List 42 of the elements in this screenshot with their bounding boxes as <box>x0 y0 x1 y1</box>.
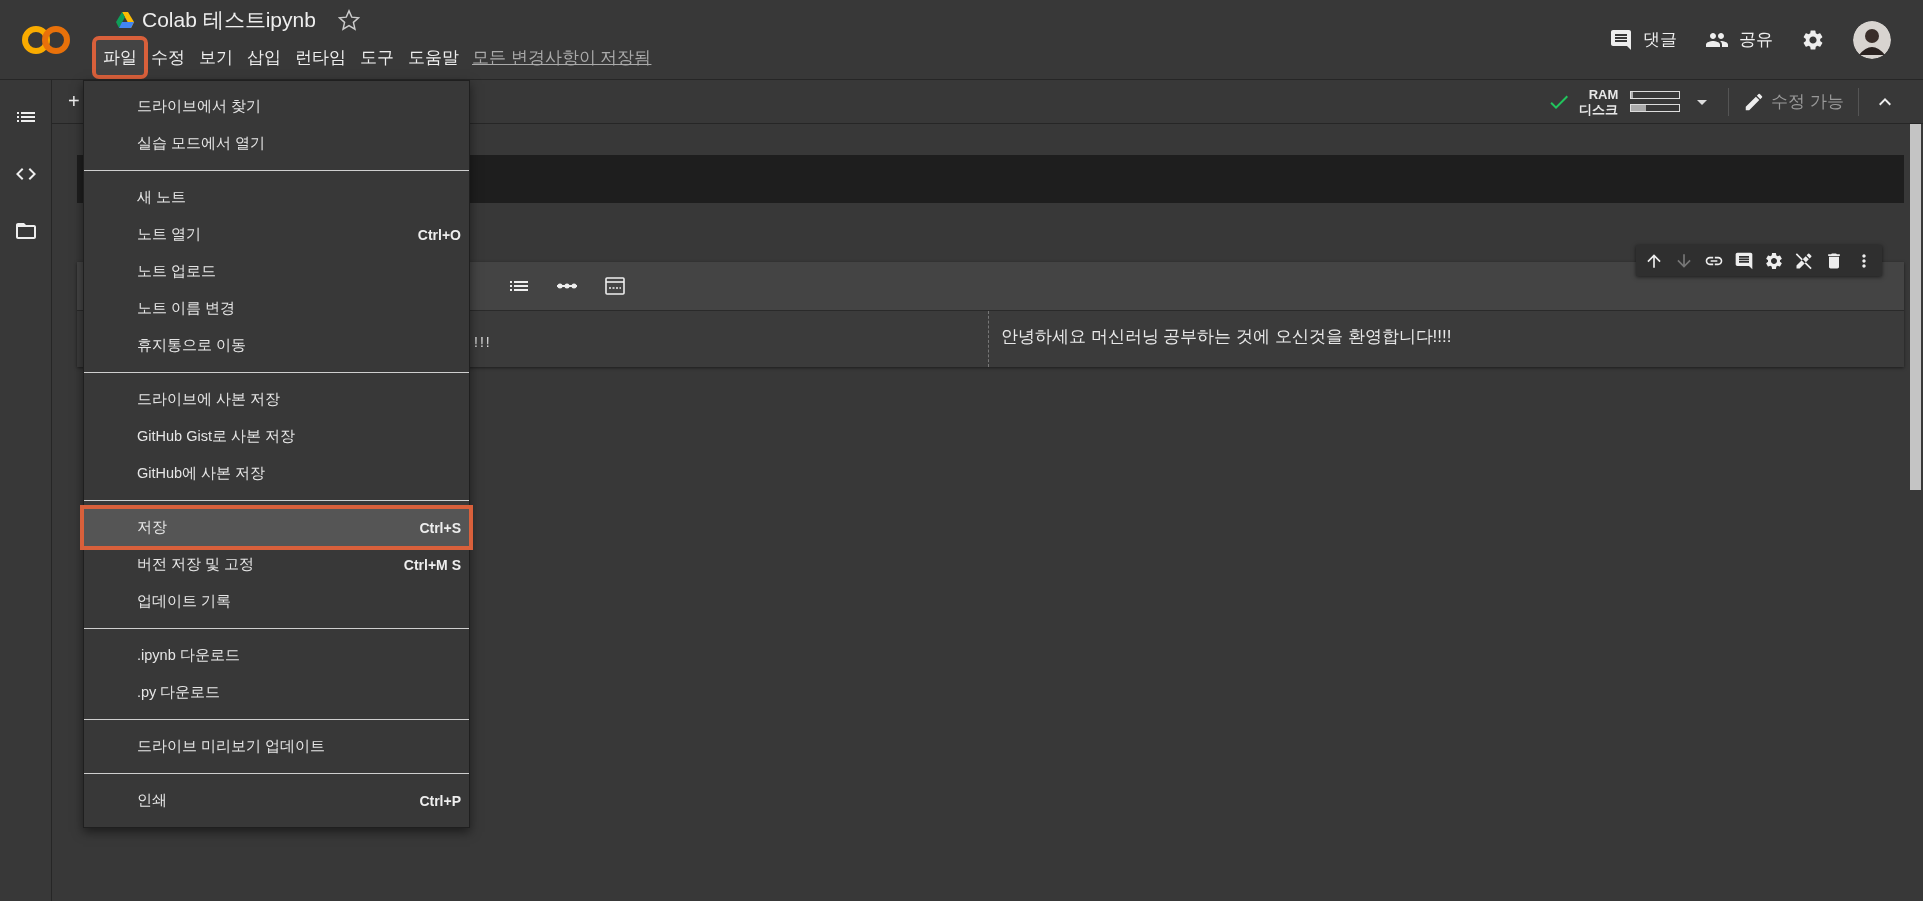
menu-item[interactable]: 런타임 <box>288 40 353 75</box>
crossed-pencil-icon[interactable] <box>1794 250 1814 271</box>
menu-option[interactable]: 드라이브에 사본 저장 <box>84 381 469 418</box>
star-icon[interactable] <box>337 9 360 31</box>
menu-item[interactable]: 보기 <box>192 40 240 75</box>
menu-option[interactable]: 버전 저장 및 고정 Ctrl+M S <box>84 546 469 583</box>
comment-icon[interactable] <box>1734 250 1754 271</box>
drive-icon <box>116 12 134 28</box>
menu-option[interactable]: 실습 모드에서 열기 <box>84 125 469 162</box>
comment-button[interactable]: 댓글 <box>1609 27 1677 52</box>
menu-item[interactable]: 수정 <box>144 40 192 75</box>
resource-label: 디스크 <box>1579 101 1619 117</box>
menu-item[interactable]: 도구 <box>353 40 401 75</box>
menu-option[interactable]: GitHub Gist로 사본 저장 <box>84 418 469 455</box>
menu-option[interactable]: 드라이브 미리보기 업데이트 <box>84 728 469 765</box>
menu-option[interactable]: .ipynb 다운로드 <box>84 637 469 674</box>
menu-option[interactable]: .py 다운로드 <box>84 674 469 711</box>
usage-bar <box>1630 91 1681 99</box>
menu-option[interactable]: 드라이브에서 찾기 <box>84 88 469 125</box>
menu-option[interactable]: 휴지통으로 이동 <box>84 327 469 364</box>
menu-option[interactable]: 새 노트 <box>84 179 469 216</box>
settings-icon[interactable] <box>1764 250 1784 271</box>
share-button[interactable]: 공유 <box>1705 27 1773 52</box>
menu-option[interactable]: 인쇄 Ctrl+P <box>84 782 469 819</box>
menu-item[interactable]: 삽입 <box>240 40 288 75</box>
save-status-link[interactable]: 모든 변경사항이 저장됨 <box>472 46 652 69</box>
menu-item[interactable]: 도움말 <box>401 40 466 75</box>
avatar[interactable] <box>1853 20 1891 59</box>
markdown-preview: 안녕하세요 머신러닝 공부하는 것에 오신것을 환영합니다!!!! <box>1001 327 1452 346</box>
markdown-source: !!! <box>474 334 492 350</box>
notebook-title[interactable]: Colab 테스트ipynb <box>142 6 316 34</box>
menu-option[interactable]: 노트 열기 Ctrl+O <box>84 216 469 253</box>
comment-icon <box>1609 27 1633 52</box>
menu-option[interactable]: 업데이트 기록 <box>84 583 469 620</box>
add-button[interactable]: + <box>68 90 80 113</box>
scrollbar-thumb[interactable] <box>1910 124 1921 490</box>
settings-icon[interactable] <box>1801 27 1825 52</box>
resource-label: RAM <box>1588 86 1619 102</box>
window-icon[interactable] <box>603 274 627 298</box>
usage-bar <box>1630 104 1681 112</box>
menu-option[interactable]: GitHub에 사본 저장 <box>84 455 469 492</box>
menu-option[interactable]: 노트 이름 변경 <box>84 290 469 327</box>
